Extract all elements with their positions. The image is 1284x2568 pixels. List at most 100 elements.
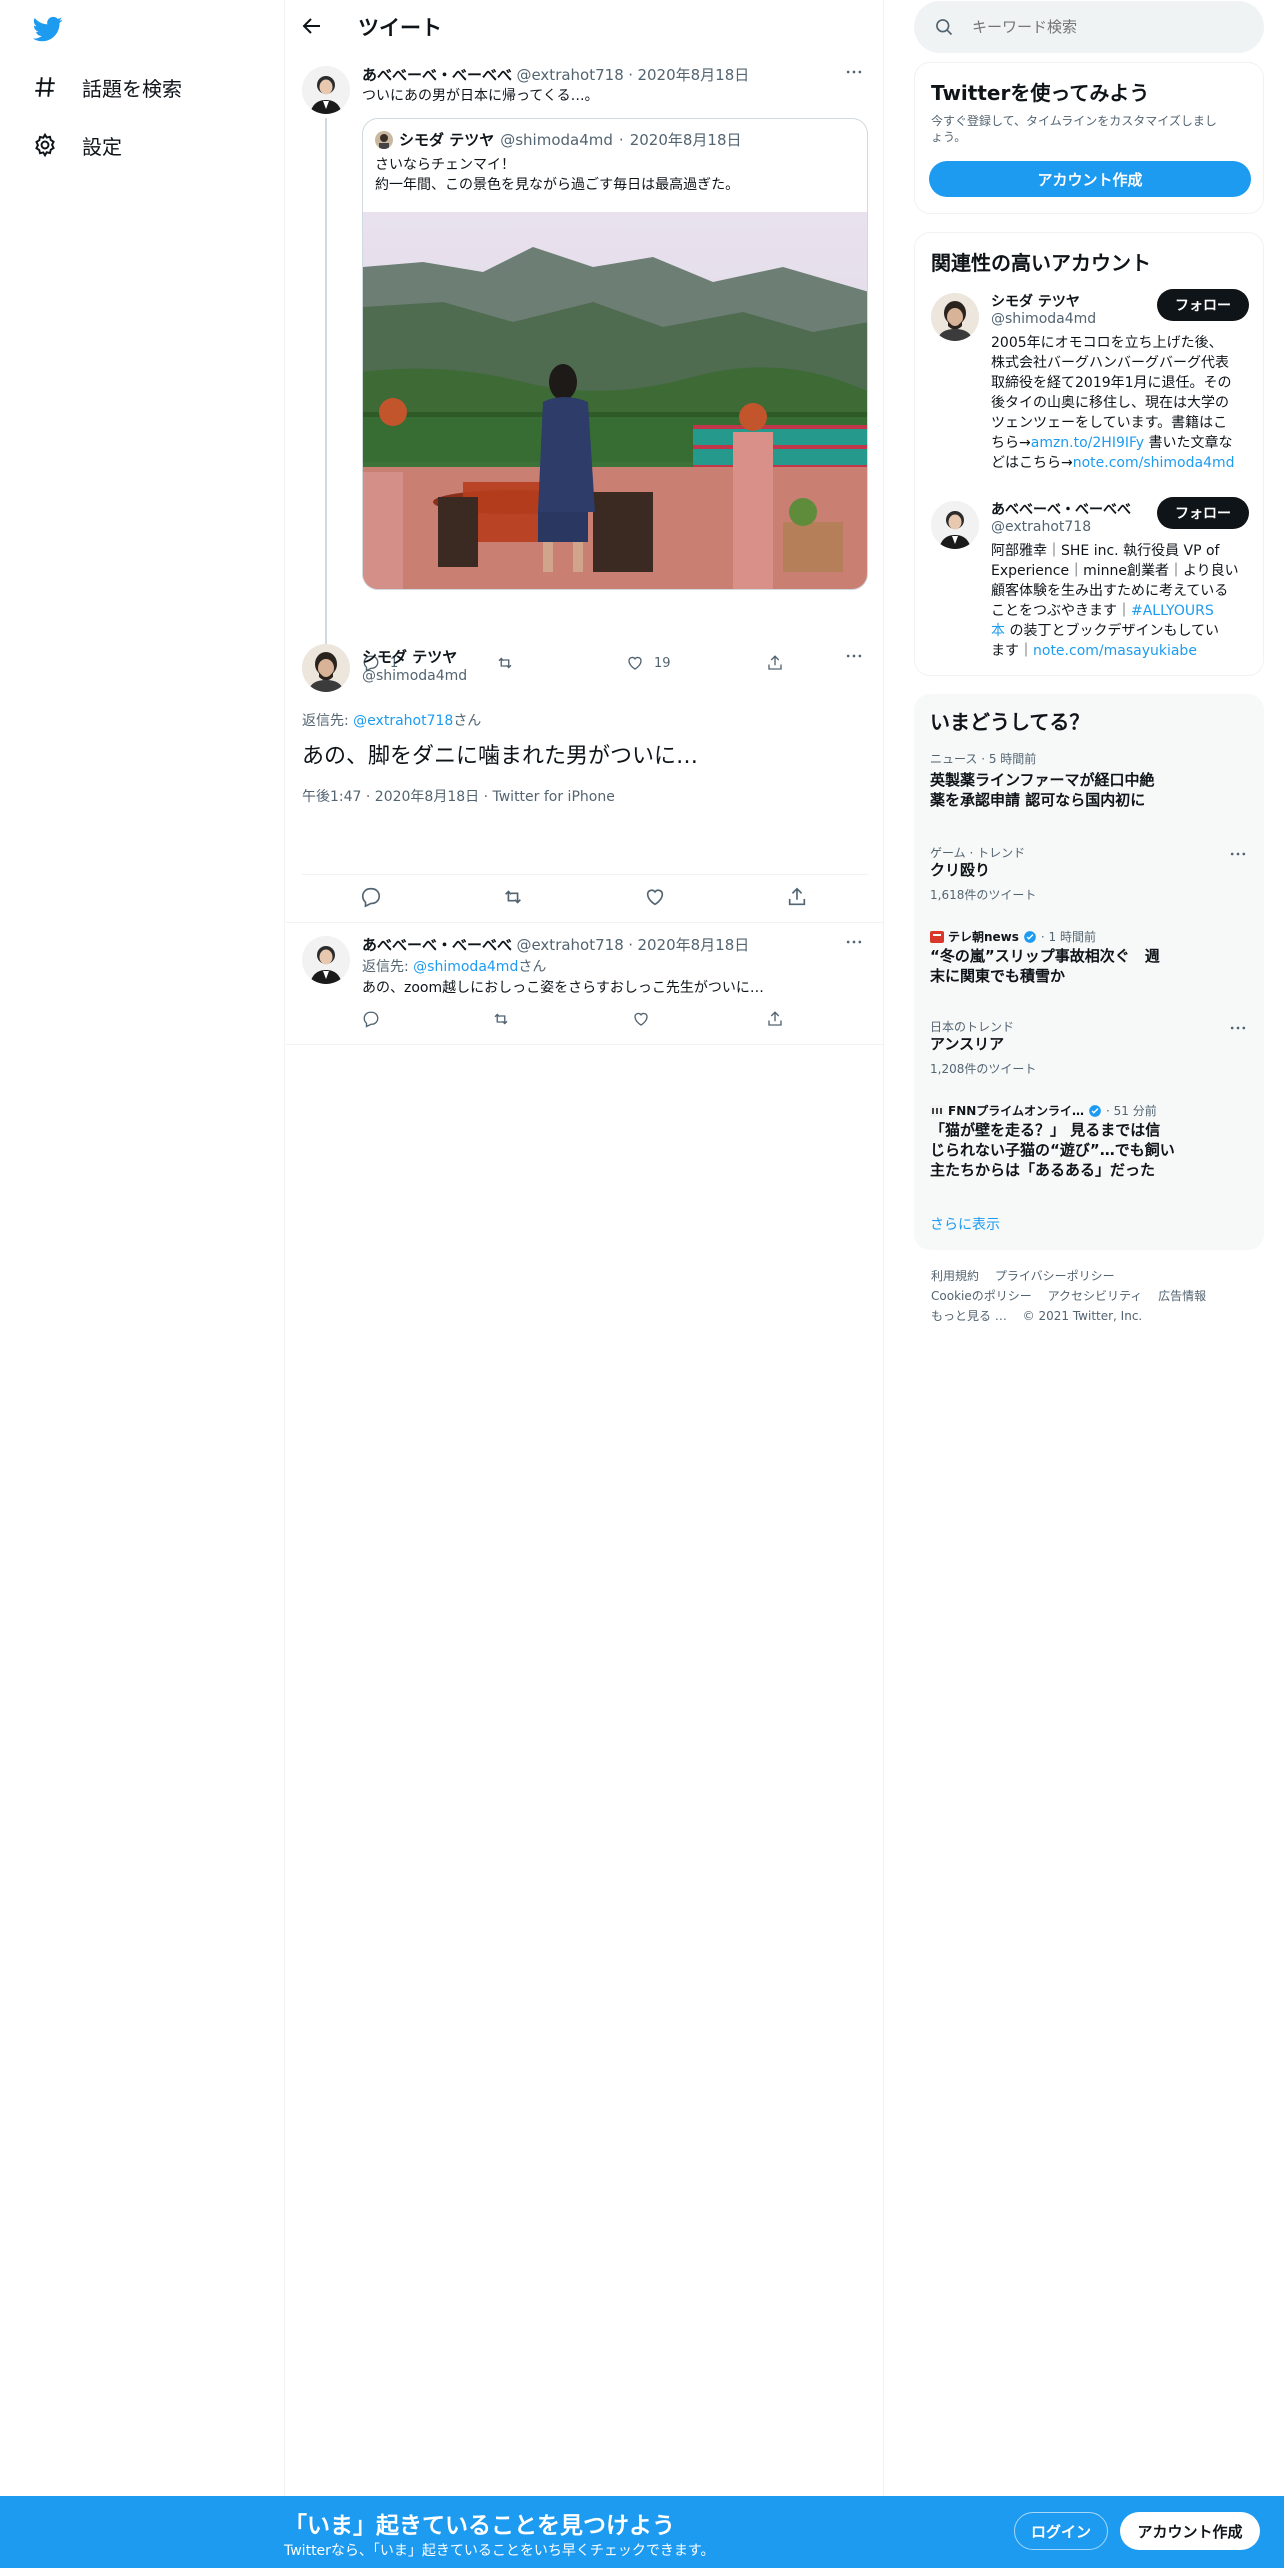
avatar[interactable] bbox=[931, 293, 979, 341]
nav-explore-label: 話題を検索 bbox=[82, 76, 182, 101]
bio-line: 取締役を経て2019年1月に退任。その bbox=[991, 375, 1232, 391]
retweet-button[interactable] bbox=[502, 886, 524, 908]
author-handle[interactable]: @extrahot718 bbox=[516, 66, 623, 84]
share-button[interactable] bbox=[786, 886, 808, 908]
parent-tweet[interactable]: あべべーべ・べーべべ @extrahot718 · 2020年8月18日 ついに… bbox=[286, 56, 884, 672]
create-account-button[interactable]: アカウント作成 bbox=[929, 161, 1251, 197]
bio-text: ことをつぶやきます｜ bbox=[991, 603, 1131, 619]
trend-item[interactable]: ゲーム · トレンド クリ殴り 1,618件のツイート bbox=[914, 844, 1264, 914]
avatar[interactable] bbox=[302, 936, 350, 984]
nav-settings[interactable]: 設定 bbox=[32, 125, 122, 165]
bio-line: 2005年にオモコロを立ち上げた後、 bbox=[991, 335, 1223, 351]
author-name[interactable]: あべべーべ・べーべべ bbox=[362, 936, 512, 954]
footer-link[interactable]: アクセシビリティ bbox=[1048, 1289, 1143, 1303]
trend-item[interactable]: 日本のトレンド アンスリア 1,208件のツイート bbox=[914, 1018, 1264, 1088]
author-name[interactable]: シモダ テツヤ bbox=[362, 646, 457, 667]
login-button[interactable]: ログイン bbox=[1014, 2512, 1108, 2550]
trend-count: 1,208件のツイート bbox=[930, 1062, 1037, 1076]
reply-suffix: さん bbox=[453, 713, 482, 729]
heart-icon bbox=[646, 889, 664, 906]
show-more-link[interactable]: さらに表示 bbox=[930, 1214, 1000, 1234]
account-bio: 2005年にオモコロを立ち上げた後、 株式会社バーグハンバーグバーグ代表 取締役… bbox=[991, 333, 1253, 473]
more-options-icon[interactable] bbox=[1228, 1018, 1252, 1042]
divider bbox=[286, 1044, 884, 1045]
bio-link[interactable]: note.com/masayukiabe bbox=[1033, 643, 1197, 659]
footer-more-link[interactable]: もっと見る … bbox=[931, 1309, 1007, 1323]
author-handle[interactable]: @extrahot718 bbox=[516, 936, 623, 954]
account-name[interactable]: あべべーべ・べーべべ bbox=[991, 499, 1131, 519]
footer-link[interactable]: プライバシーポリシー bbox=[995, 1269, 1115, 1283]
trends-card: いまどうしてる？ ニュース · 5 時間前 英製薬ラインファーマが経口中絶 薬を… bbox=[914, 694, 1264, 1250]
like-button[interactable] bbox=[644, 886, 666, 908]
bottom-signup-banner: 「いま」起きていることを見つけよう Twitterなら、「いま」起きていることを… bbox=[0, 2496, 1284, 2568]
account-item[interactable]: あべべーべ・べーべべ @extrahot718 フォロー 阿部雅幸｜SHE in… bbox=[915, 495, 1265, 665]
focused-tweet[interactable]: シモダ テツヤ @shimoda4md 返信先: @extrahot718さん … bbox=[286, 640, 884, 920]
more-options-icon[interactable] bbox=[1228, 844, 1252, 868]
like-button[interactable] bbox=[632, 1010, 650, 1028]
tweet-text: ついにあの男が日本に帰ってくる…。 bbox=[362, 88, 599, 104]
reply-button[interactable] bbox=[362, 1010, 380, 1028]
bio-text: の装丁とブックデザインもしてい bbox=[1005, 623, 1220, 639]
footer-link[interactable]: 利用規約 bbox=[931, 1269, 979, 1283]
trend-item[interactable]: テレ朝news · 1 時間前 “冬の嵐”スリップ事故相次ぐ 週 末に関東でも積… bbox=[914, 928, 1264, 998]
nav-explore[interactable]: 話題を検索 bbox=[32, 67, 182, 107]
author-name[interactable]: あべべーべ・べーべべ bbox=[362, 66, 512, 84]
account-handle[interactable]: @shimoda4md bbox=[991, 311, 1096, 327]
follow-button[interactable]: フォロー bbox=[1157, 497, 1249, 529]
reply-to-link[interactable]: @shimoda4md bbox=[413, 959, 518, 975]
search-input[interactable] bbox=[972, 11, 1242, 43]
footer-row: もっと見る … © 2021 Twitter, Inc. bbox=[931, 1306, 1218, 1326]
reply-button[interactable] bbox=[360, 886, 382, 908]
trend-source: テレ朝news bbox=[948, 930, 1019, 944]
tweet-timestamp[interactable]: 午後1:47 · 2020年8月18日 · Twitter for iPhone bbox=[302, 786, 615, 806]
share-button[interactable] bbox=[766, 1010, 784, 1028]
reply-icon bbox=[363, 1011, 379, 1028]
bio-link[interactable]: note.com/shimoda4md bbox=[1073, 455, 1235, 471]
more-options-icon[interactable] bbox=[844, 646, 868, 670]
trend-item[interactable]: FNNプライムオンライ… · 51 分前 「猫が壁を走る？」 見るまでは信 じら… bbox=[914, 1102, 1264, 1188]
trend-item[interactable]: ニュース · 5 時間前 英製薬ラインファーマが経口中絶 薬を承認申請 認可なら… bbox=[914, 748, 1264, 828]
avatar[interactable] bbox=[302, 66, 350, 114]
footer-link[interactable]: 広告情報 bbox=[1158, 1289, 1206, 1303]
signup-card-subtitle: 今すぐ登録して、タイムラインをカスタマイズしまし ょう。 bbox=[931, 113, 1217, 145]
more-options-icon[interactable] bbox=[844, 932, 868, 956]
tweet-date[interactable]: 2020年8月18日 bbox=[637, 936, 749, 954]
bio-line: Experience｜minne創業者｜より良い bbox=[991, 563, 1239, 579]
twitter-logo-icon[interactable] bbox=[32, 14, 68, 46]
retweet-icon bbox=[505, 890, 521, 904]
signup-card-title: Twitterを使ってみよう bbox=[931, 81, 1150, 105]
account-handle[interactable]: @extrahot718 bbox=[991, 519, 1091, 535]
hashtag-link[interactable]: 本 bbox=[991, 623, 1005, 639]
author-handle[interactable]: @shimoda4md bbox=[362, 668, 467, 684]
quoted-text-line2: 約一年間、この景色を見ながら過ごす毎日は最高過ぎた。 bbox=[375, 177, 740, 193]
account-item[interactable]: シモダ テツヤ @shimoda4md フォロー 2005年にオモコロを立ち上げ… bbox=[915, 287, 1265, 487]
reply-tweet[interactable]: あべべーべ・べーべべ @extrahot718 · 2020年8月18日 返信先… bbox=[286, 924, 884, 1042]
avatar[interactable] bbox=[302, 644, 350, 692]
signup-button[interactable]: アカウント作成 bbox=[1120, 2512, 1260, 2550]
back-arrow-icon[interactable] bbox=[300, 14, 326, 40]
bio-line: ます｜note.com/masayukiabe bbox=[991, 641, 1253, 661]
quoted-tweet[interactable]: シモダ テツヤ @shimoda4md · 2020年8月18日 さいならチェン… bbox=[362, 118, 868, 590]
hashtag-link[interactable]: #ALLYOURS bbox=[1131, 603, 1214, 619]
follow-button[interactable]: フォロー bbox=[1157, 289, 1249, 321]
footer-link[interactable]: Cookieのポリシー bbox=[931, 1289, 1032, 1303]
trend-line: 英製薬ラインファーマが経口中絶 bbox=[930, 771, 1155, 789]
search-box[interactable] bbox=[914, 1, 1264, 53]
bio-line: 本 の装丁とブックデザインもしてい bbox=[991, 621, 1253, 641]
trend-line: 主たちからは「あるある」だった bbox=[930, 1161, 1156, 1179]
bio-text: どはこちら→ bbox=[991, 455, 1073, 471]
more-options-icon[interactable] bbox=[844, 62, 868, 86]
account-name[interactable]: シモダ テツヤ bbox=[991, 291, 1080, 311]
account-bio: 阿部雅幸｜SHE inc. 執行役員 VP of Experience｜minn… bbox=[991, 541, 1253, 661]
quoted-text-line1: さいならチェンマイ！ bbox=[375, 157, 515, 173]
reply-to-link[interactable]: @extrahot718 bbox=[353, 713, 453, 729]
tweet-header: あべべーべ・べーべべ @extrahot718 · 2020年8月18日 bbox=[362, 64, 749, 85]
tweet-date[interactable]: 2020年8月18日 bbox=[637, 66, 749, 84]
retweet-button[interactable] bbox=[492, 1010, 510, 1028]
banner-title: 「いま」起きていることを見つけよう bbox=[284, 2513, 675, 2539]
trend-line: 薬を承認申請 認可なら国内初に bbox=[930, 791, 1146, 809]
quoted-photo[interactable] bbox=[363, 212, 867, 589]
bio-link[interactable]: amzn.to/2HI9IFy bbox=[1031, 435, 1144, 451]
trends-title: いまどうしてる？ bbox=[930, 710, 1090, 734]
avatar[interactable] bbox=[931, 501, 979, 549]
